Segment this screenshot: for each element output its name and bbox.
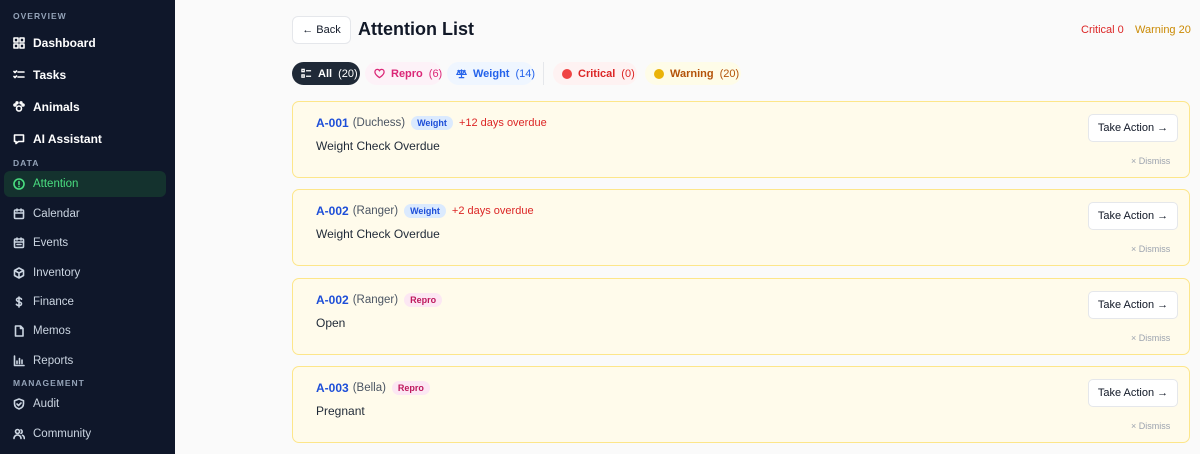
grid-icon	[13, 37, 25, 49]
sidebar-item-animals[interactable]: Animals	[4, 93, 166, 121]
take-action-button[interactable]: Take Action →	[1088, 114, 1178, 142]
category-tag: Repro	[404, 293, 443, 307]
shield-icon	[13, 398, 25, 410]
dismiss-button[interactable]: × Dismiss	[1131, 244, 1170, 254]
back-button[interactable]: ← Back	[292, 16, 351, 44]
dismiss-button[interactable]: × Dismiss	[1131, 421, 1170, 431]
filter-repro-chip[interactable]: Repro (6)	[365, 62, 442, 85]
sidebar-item-community[interactable]: Community	[4, 421, 166, 447]
attention-description: Pregnant	[316, 404, 365, 418]
attention-card: A-002 (Ranger) Weight +2 days overdue We…	[292, 189, 1190, 266]
calendar-event-icon	[13, 237, 25, 249]
sidebar-item-events[interactable]: Events	[4, 230, 166, 256]
heart-icon	[374, 68, 385, 79]
animal-id-link[interactable]: A-003	[316, 381, 349, 395]
filter-label: All	[318, 67, 333, 80]
page-title: Attention List	[358, 19, 474, 39]
section-label-overview: OVERVIEW	[13, 11, 67, 21]
attention-card: A-001 (Duchess) Weight +12 days overdue …	[292, 101, 1190, 178]
sidebar-item-label: Events	[33, 237, 69, 249]
filter-label: Critical	[578, 67, 616, 80]
dollar-icon	[13, 296, 25, 308]
filter-warning-chip[interactable]: Warning (20)	[645, 62, 741, 85]
filter-count: (20)	[719, 67, 740, 80]
critical-summary: Critical 0	[1081, 24, 1124, 36]
attention-description: Weight Check Overdue	[316, 227, 440, 241]
sidebar-item-label: Inventory	[33, 267, 81, 279]
filter-count: (6)	[428, 67, 443, 80]
attention-description: Weight Check Overdue	[316, 139, 440, 153]
sidebar-item-label: Dashboard	[33, 36, 96, 50]
animal-name: (Ranger)	[352, 205, 399, 217]
box-icon	[13, 267, 25, 279]
animal-name: (Ranger)	[352, 294, 399, 306]
sidebar-item-inventory[interactable]: Inventory	[4, 260, 166, 286]
sidebar-item-label: Tasks	[33, 68, 67, 82]
take-action-button[interactable]: Take Action →	[1088, 202, 1178, 230]
sidebar-item-label: Animals	[33, 100, 80, 114]
sidebar-item-dashboard[interactable]: Dashboard	[4, 29, 166, 57]
attention-card: A-003 (Bella) Repro Pregnant Take Action…	[292, 366, 1190, 443]
take-action-button[interactable]: Take Action →	[1088, 291, 1178, 319]
filter-count: (0)	[621, 67, 635, 80]
sidebar-item-reports[interactable]: Reports	[4, 348, 166, 374]
alert-circle-icon	[13, 178, 25, 190]
filter-count: (20)	[338, 67, 358, 80]
filter-divider	[543, 62, 544, 85]
filter-label: Warning	[670, 67, 714, 80]
sidebar-item-label: Audit	[33, 398, 60, 410]
red-dot-icon	[562, 68, 572, 79]
overdue-label: +12 days overdue	[458, 117, 547, 129]
filter-weight-chip[interactable]: Weight (14)	[447, 62, 536, 85]
filter-label: Weight	[473, 67, 510, 80]
category-tag: Repro	[391, 381, 430, 395]
section-label-management: MANAGEMENT	[13, 378, 85, 388]
sidebar-item-label: Attention	[33, 178, 79, 190]
sidebar-item-tasks[interactable]: Tasks	[4, 61, 166, 89]
sidebar-item-label: Memos	[33, 325, 71, 337]
category-tag: Weight	[404, 204, 446, 218]
attention-card: A-002 (Ranger) Repro Open Take Action → …	[292, 278, 1190, 355]
sidebar-item-label: Reports	[33, 355, 74, 367]
filter-count: (14)	[515, 67, 536, 80]
animal-id-link[interactable]: A-002	[316, 293, 349, 307]
warning-summary: Warning 20	[1135, 24, 1191, 36]
animal-name: (Bella)	[352, 382, 386, 394]
sidebar-item-finance[interactable]: Finance	[4, 289, 166, 315]
sidebar-item-label: Calendar	[33, 208, 80, 220]
animal-id-link[interactable]: A-002	[316, 204, 349, 218]
dismiss-button[interactable]: × Dismiss	[1131, 333, 1170, 343]
section-label-data: DATA	[13, 158, 40, 168]
overdue-label: +2 days overdue	[451, 205, 534, 217]
paw-icon	[13, 101, 25, 113]
sidebar: OVERVIEW Dashboard Tasks Animals AI Assi…	[0, 0, 175, 454]
dismiss-button[interactable]: × Dismiss	[1131, 156, 1170, 166]
bar-chart-icon	[13, 355, 25, 367]
sidebar-item-label: AI Assistant	[33, 132, 102, 146]
list-icon	[301, 68, 312, 79]
file-icon	[13, 325, 25, 337]
yellow-dot-icon	[654, 68, 664, 79]
sidebar-item-audit[interactable]: Audit	[4, 391, 166, 417]
calendar-icon	[13, 208, 25, 220]
sidebar-item-attention[interactable]: Attention	[4, 171, 166, 197]
scale-icon	[456, 68, 467, 79]
users-icon	[13, 428, 25, 440]
sidebar-item-label: Finance	[33, 296, 74, 308]
filter-label: Repro	[391, 67, 423, 80]
attention-description: Open	[316, 316, 346, 330]
sidebar-item-ai-assistant[interactable]: AI Assistant	[4, 125, 166, 153]
sidebar-item-calendar[interactable]: Calendar	[4, 201, 166, 227]
animal-id-link[interactable]: A-001	[316, 116, 349, 130]
checklist-icon	[13, 69, 25, 81]
take-action-button[interactable]: Take Action →	[1088, 379, 1178, 407]
animal-name: (Duchess)	[352, 117, 406, 129]
filter-critical-chip[interactable]: Critical (0)	[553, 62, 637, 85]
category-tag: Weight	[411, 116, 453, 130]
sidebar-item-label: Community	[33, 428, 92, 440]
filter-all-chip[interactable]: All (20)	[292, 62, 360, 85]
sidebar-item-memos[interactable]: Memos	[4, 318, 166, 344]
chat-icon	[13, 133, 25, 145]
